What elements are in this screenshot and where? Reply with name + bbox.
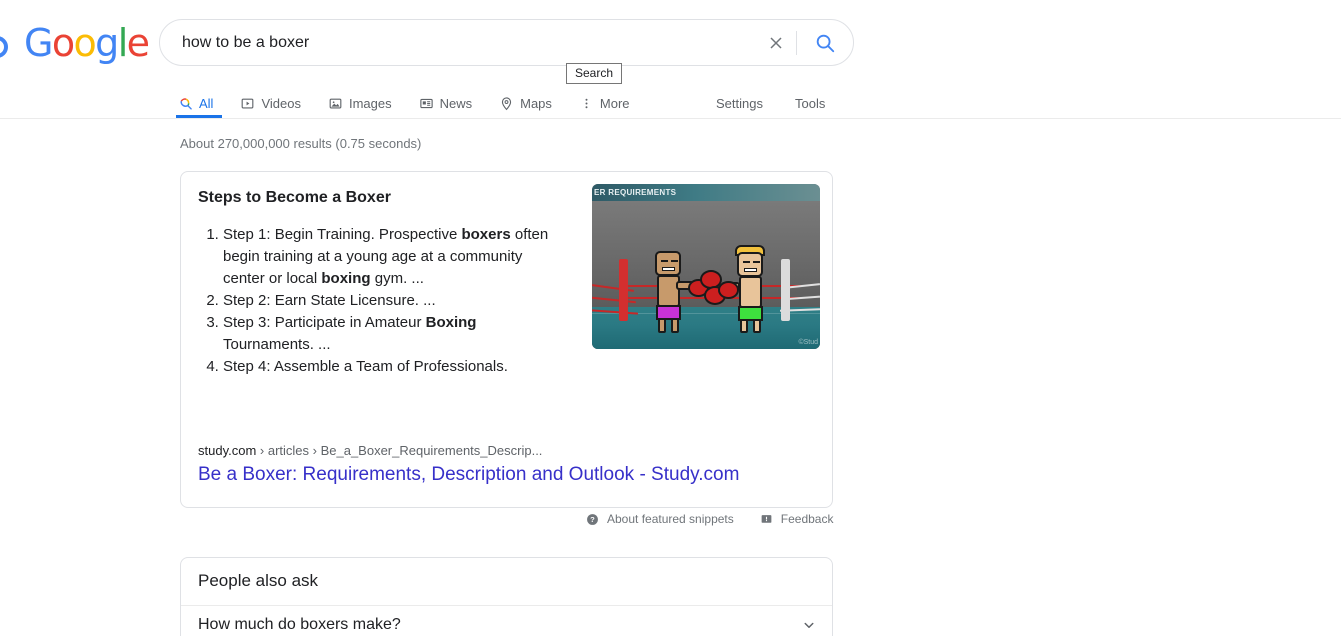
results-count: About 270,000,000 results (0.75 seconds) bbox=[180, 136, 422, 151]
tab-news-label: News bbox=[439, 95, 473, 111]
left-edge-artifact bbox=[0, 36, 10, 62]
tools-button[interactable]: Tools bbox=[795, 96, 825, 111]
boxer-left-head bbox=[655, 251, 681, 276]
clear-search-button[interactable] bbox=[756, 20, 796, 65]
list-item: Step 2: Earn State Licensure. ... bbox=[223, 290, 552, 312]
paa-question-0[interactable]: How much do boxers make? bbox=[198, 616, 818, 634]
list-item: Step 4: Assemble a Team of Professionals… bbox=[223, 356, 552, 378]
tab-news[interactable]: News bbox=[419, 86, 473, 118]
tab-all-label: All bbox=[199, 95, 214, 111]
tab-more[interactable]: More bbox=[579, 86, 630, 118]
search-input[interactable] bbox=[160, 20, 756, 65]
tab-videos-label: Videos bbox=[261, 95, 301, 111]
video-icon bbox=[242, 98, 254, 108]
snippet-steps-list: Step 1: Begin Training. Prospective boxe… bbox=[197, 224, 552, 378]
map-pin-icon bbox=[501, 96, 512, 110]
boxer-left-eye bbox=[661, 260, 668, 262]
boxer-left-eye bbox=[671, 260, 678, 262]
tab-maps-label: Maps bbox=[520, 95, 552, 111]
help-circle-icon: ? bbox=[587, 513, 598, 525]
boxer-left-leg bbox=[671, 318, 679, 333]
tab-images-label: Images bbox=[348, 95, 392, 111]
more-vertical-icon bbox=[585, 98, 588, 108]
snippet-title: Steps to Become a Boxer bbox=[198, 189, 391, 206]
nav-right-actions: Settings Tools bbox=[716, 86, 857, 118]
active-tab-underline bbox=[176, 115, 222, 118]
boxer-right-leg bbox=[740, 319, 748, 333]
boxer-right-eye bbox=[743, 261, 750, 263]
step-text: Step 2: Earn State Licensure. ... bbox=[223, 292, 436, 309]
thumbnail-banner: ER REQUIREMENTS bbox=[592, 184, 820, 201]
google-logo[interactable]: Google bbox=[24, 21, 150, 65]
snippet-thumbnail[interactable]: ER REQUIREMENTS ©Stud bbox=[592, 184, 820, 349]
search-box[interactable] bbox=[159, 19, 854, 66]
tab-more-label: More bbox=[599, 95, 630, 111]
chevron-down-icon[interactable] bbox=[800, 616, 818, 634]
people-also-ask-title: People also ask bbox=[198, 571, 319, 590]
tab-images[interactable]: Images bbox=[328, 86, 392, 118]
flag-icon bbox=[761, 514, 772, 523]
ring-post-red bbox=[619, 259, 628, 321]
boxing-glove bbox=[718, 281, 739, 299]
logo-letter-e: e bbox=[126, 21, 150, 65]
logo-letter-o1: o bbox=[51, 21, 75, 65]
people-also-ask-card: People also ask How much do boxers make? bbox=[180, 557, 833, 636]
paa-question-label: How much do boxers make? bbox=[198, 616, 401, 633]
tab-videos[interactable]: Videos bbox=[240, 86, 301, 118]
feedback-label: Feedback bbox=[780, 512, 834, 526]
step-text-post: gym. ... bbox=[370, 270, 424, 287]
source-domain: study.com bbox=[198, 443, 257, 458]
step-bold-term: boxers bbox=[461, 226, 511, 243]
step-text: Step 4: Assemble a Team of Professionals… bbox=[223, 358, 508, 375]
boxer-right-leg bbox=[753, 319, 761, 333]
image-icon bbox=[329, 98, 342, 108]
boxer-left-torso bbox=[657, 275, 680, 307]
list-item: Step 3: Participate in Amateur Boxing To… bbox=[223, 312, 552, 356]
paa-separator bbox=[181, 605, 832, 606]
boxer-right-mouth bbox=[744, 268, 757, 272]
news-icon bbox=[419, 98, 433, 108]
source-path: › articles › Be_a_Boxer_Requirements_Des… bbox=[259, 443, 543, 458]
search-submit-button[interactable] bbox=[797, 20, 853, 65]
tab-all[interactable]: All bbox=[176, 86, 222, 118]
featured-snippet-card: Steps to Become a Boxer Step 1: Begin Tr… bbox=[180, 171, 833, 587]
svg-text:?: ? bbox=[590, 515, 595, 524]
feedback-link[interactable]: Feedback bbox=[760, 512, 834, 526]
search-nav-tabs: All Videos Images News Maps More bbox=[176, 86, 657, 119]
search-tooltip: Search bbox=[566, 63, 623, 84]
close-icon bbox=[770, 36, 782, 49]
boxer-left-leg bbox=[658, 318, 666, 333]
step-text: Step 1: Begin Training. Prospective bbox=[223, 226, 462, 243]
search-icon bbox=[180, 97, 192, 110]
logo-letter-g2: g bbox=[95, 21, 119, 65]
logo-letter-o2: o bbox=[73, 21, 97, 65]
boxer-right-head bbox=[737, 252, 763, 277]
boxer-right-eye bbox=[753, 261, 760, 263]
step-text: Step 3: Participate in Amateur bbox=[223, 314, 426, 331]
logo-letter-g1: G bbox=[24, 21, 53, 65]
settings-button[interactable]: Settings bbox=[716, 96, 763, 111]
ring-post-white bbox=[781, 259, 790, 321]
thumbnail-watermark: ©Stud bbox=[798, 339, 818, 346]
boxer-right-torso bbox=[739, 276, 762, 308]
about-featured-snippets-link[interactable]: ? About featured snippets bbox=[586, 512, 734, 526]
boxer-left-mouth bbox=[662, 267, 675, 271]
step-text-mid: Tournaments. ... bbox=[223, 336, 331, 353]
step-bold-term-2: boxing bbox=[321, 270, 371, 287]
tab-maps[interactable]: Maps bbox=[499, 86, 552, 118]
source-breadcrumb: study.com › articles › Be_a_Boxer_Requir… bbox=[198, 443, 542, 458]
snippet-footer-links: ? About featured snippets Feedback bbox=[560, 512, 833, 526]
page-header: Google Search bbox=[0, 0, 1341, 119]
result-title-link[interactable]: Be a Boxer: Requirements, Description an… bbox=[198, 464, 739, 486]
logo-letter-l: l bbox=[117, 21, 129, 65]
search-icon bbox=[816, 34, 835, 52]
google-search-results-page: Google Search bbox=[0, 0, 1341, 636]
list-item: Step 1: Begin Training. Prospective boxe… bbox=[223, 224, 552, 290]
about-featured-snippets-label: About featured snippets bbox=[607, 512, 734, 526]
boxer-left bbox=[650, 251, 694, 333]
step-bold-term: Boxing bbox=[425, 314, 477, 331]
